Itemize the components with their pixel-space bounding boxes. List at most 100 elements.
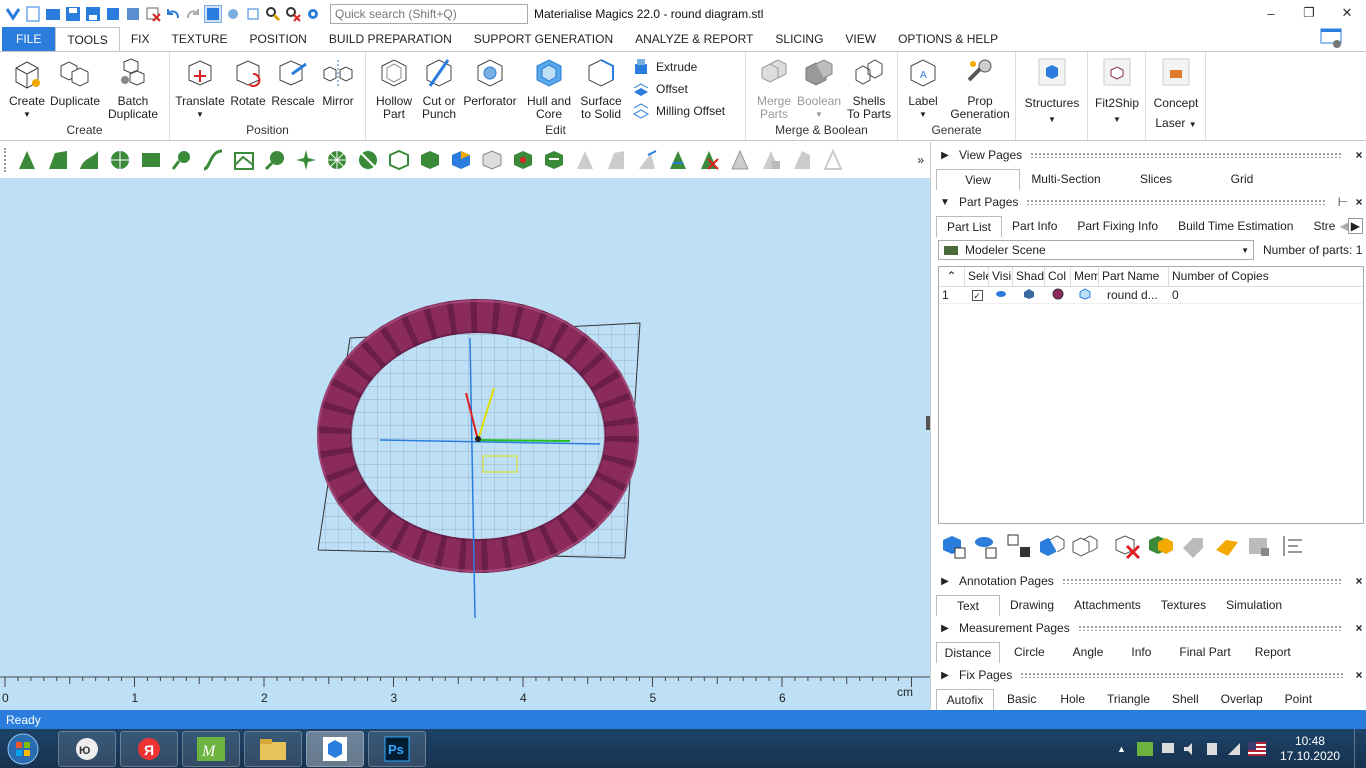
select-box-icon[interactable] [136,145,166,175]
collapsed-arrow-icon[interactable]: ▶ [937,623,953,634]
milling-offset-button[interactable]: Milling Offset [632,102,725,120]
tab-simulation[interactable]: Simulation [1216,595,1292,616]
tab-grid[interactable]: Grid [1200,169,1284,190]
offset-button[interactable]: Offset [632,80,688,98]
part-cube-5-icon[interactable] [508,145,538,175]
taskbar-magics-icon[interactable] [306,730,364,767]
tab-final-part[interactable]: Final Part [1165,642,1244,663]
duplicate-button[interactable]: Duplicate [50,56,100,108]
tab-position[interactable]: POSITION [239,27,318,51]
scene-select[interactable]: Modeler Scene ▼ [938,240,1254,260]
3d-viewport[interactable] [0,178,930,710]
concept-laser-button[interactable]: Concept Laser ▼ [1148,58,1204,131]
cut-or-punch-button[interactable]: Cut or Punch [418,56,460,121]
tab-angle[interactable]: Angle [1059,642,1118,663]
select-curve-icon[interactable] [198,145,228,175]
tab-hole[interactable]: Hole [1049,689,1096,710]
tab-textures[interactable]: Textures [1151,595,1216,616]
tab-slicing[interactable]: SLICING [764,27,834,51]
prop-generation-button[interactable]: Prop Generation [948,56,1012,121]
collapsed-arrow-icon[interactable]: ▶ [937,150,953,161]
tab-options-help[interactable]: OPTIONS & HELP [887,27,1009,51]
grow-selection-icon[interactable] [663,145,693,175]
tab-build-preparation[interactable]: BUILD PREPARATION [318,27,463,51]
merge-parts-button[interactable]: Merge Parts [754,56,794,121]
expand-selection-icon[interactable] [632,145,662,175]
view-cube-icon[interactable] [244,5,262,23]
surface-to-solid-button[interactable]: Surface to Solid [578,56,624,121]
view-pages-header[interactable]: ▶ View Pages × [931,144,1366,166]
fix-pages-header[interactable]: ▶ Fix Pages × [931,664,1366,686]
select-surface-icon[interactable] [74,145,104,175]
app-icon[interactable] [4,5,22,23]
new-icon[interactable] [24,5,42,23]
tab-fix[interactable]: FIX [120,27,161,51]
network-icon[interactable] [1160,741,1176,757]
group-parts-icon[interactable] [1038,532,1066,563]
show-desktop-button[interactable] [1354,729,1366,768]
tab-info[interactable]: Info [1117,642,1165,663]
taskbar-app-m-icon[interactable]: M [182,730,240,767]
copies-cell[interactable]: 0 [1169,288,1363,302]
part-cube-2-icon[interactable] [415,145,445,175]
part-cube-3-icon[interactable] [446,145,476,175]
tab-triangle[interactable]: Triangle [1096,689,1161,710]
hollow-part-button[interactable]: Hollow Part [372,56,416,121]
part-name-cell[interactable]: round d... [1099,288,1169,302]
col-visible[interactable]: Visi [989,267,1013,286]
tab-build-time-estimation[interactable]: Build Time Estimation [1168,216,1303,237]
scene-canvas[interactable] [0,178,930,673]
tab-analyze-report[interactable]: ANALYZE & REPORT [624,27,764,51]
part-cube-1-icon[interactable] [384,145,414,175]
col-select[interactable]: Sele [965,267,989,286]
select-circle-icon[interactable] [353,145,383,175]
shells-to-parts-button[interactable]: Shells To Parts [846,56,892,121]
tab-slices[interactable]: Slices [1112,169,1200,190]
taskbar-yandex-icon[interactable]: Я [120,730,178,767]
close-icon[interactable]: × [1351,621,1366,635]
boolean-button[interactable]: Boolean ▼ [796,56,842,121]
batch-duplicate-button[interactable]: Batch Duplicate [106,56,160,121]
mirror-button[interactable]: Mirror [318,56,358,108]
tab-point[interactable]: Point [1274,689,1323,710]
unselect-plane-icon[interactable] [601,145,631,175]
tray-app-icon[interactable] [1136,741,1154,757]
taskbar-explorer-icon[interactable] [244,730,302,767]
sort-up-icon[interactable]: ⌃ [939,267,965,286]
tab-attachments[interactable]: Attachments [1064,595,1151,616]
part-cube-4-icon[interactable] [477,145,507,175]
toggle-visibility-icon[interactable] [972,532,1000,563]
tab-drawing[interactable]: Drawing [1000,595,1064,616]
sort-list-icon[interactable] [1278,532,1306,563]
unselect-triangle-icon[interactable] [570,145,600,175]
hide-triangles-icon[interactable] [725,145,755,175]
shaded-cube-icon[interactable] [1013,288,1045,303]
visible-eye-icon[interactable] [989,288,1013,302]
close-icon[interactable]: × [1351,148,1366,162]
tab-texture[interactable]: TEXTURE [160,27,238,51]
rescale-button[interactable]: Rescale [270,56,316,108]
zoom-clear-icon[interactable] [284,5,302,23]
tab-overlap[interactable]: Overlap [1210,689,1274,710]
undo-icon[interactable] [164,5,182,23]
zoom-icon[interactable] [264,5,282,23]
tab-view[interactable]: VIEW [834,27,887,51]
select-shell-icon[interactable] [105,145,135,175]
label-button[interactable]: A Label ▼ [902,56,944,121]
close-window-button[interactable]: ✕ [1328,0,1366,26]
swap-selection-icon[interactable] [1005,532,1033,563]
save-as-icon[interactable] [84,5,102,23]
restore-button[interactable]: ❐ [1290,0,1328,26]
pin-icon[interactable]: ⊢ [1335,195,1351,209]
tab-basic[interactable]: Basic [994,689,1049,710]
select-wheel-icon[interactable] [322,145,352,175]
tab-multi-section[interactable]: Multi-Section [1020,169,1112,190]
language-flag-icon[interactable] [1247,741,1266,756]
signal-icon[interactable] [1226,741,1242,757]
tab-distance[interactable]: Distance [936,641,1000,663]
part-pages-header[interactable]: ▼ Part Pages ⊢ × [931,191,1366,213]
taskbar-browser-yu-icon[interactable]: Ю [58,730,116,767]
redo-icon[interactable] [184,5,202,23]
create-button[interactable]: Create ▼ [6,56,48,121]
col-shaded[interactable]: Shad [1013,267,1045,286]
